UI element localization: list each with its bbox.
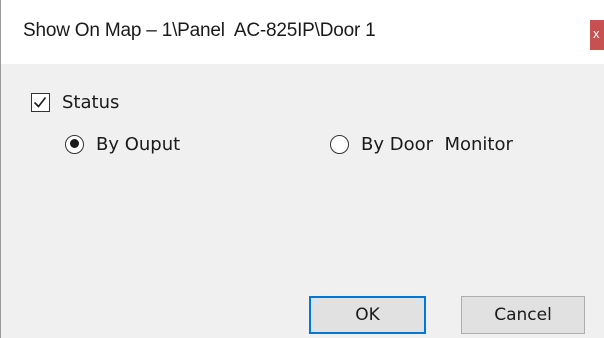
window-title: Show On Map – 1\Panel AC-825IP\Door 1 — [23, 20, 376, 41]
close-icon: x — [593, 26, 600, 41]
radio-selected-dot — [69, 139, 79, 148]
status-label: Status — [62, 91, 120, 113]
by-output-label: By Ouput — [96, 133, 181, 155]
close-button[interactable]: x — [590, 20, 604, 50]
status-checkbox[interactable] — [31, 92, 50, 112]
title-bar: Show On Map – 1\Panel AC-825IP\Door 1 x — [1, 0, 604, 64]
by-output-radio[interactable] — [65, 134, 84, 154]
show-on-map-dialog: Show On Map – 1\Panel AC-825IP\Door 1 x … — [0, 0, 604, 338]
status-checkbox-row[interactable]: Status — [31, 90, 119, 114]
checkmark-icon — [33, 96, 47, 108]
by-door-monitor-radio-row[interactable]: By Door Monitor — [330, 132, 513, 156]
by-door-monitor-label: By Door Monitor — [361, 133, 513, 155]
by-output-radio-row[interactable]: By Ouput — [65, 132, 180, 156]
dialog-body: Status By Ouput By Door Monitor OK Cance… — [1, 64, 604, 338]
ok-button[interactable]: OK — [309, 296, 426, 334]
by-door-monitor-radio[interactable] — [330, 134, 349, 154]
cancel-button[interactable]: Cancel — [461, 296, 585, 334]
